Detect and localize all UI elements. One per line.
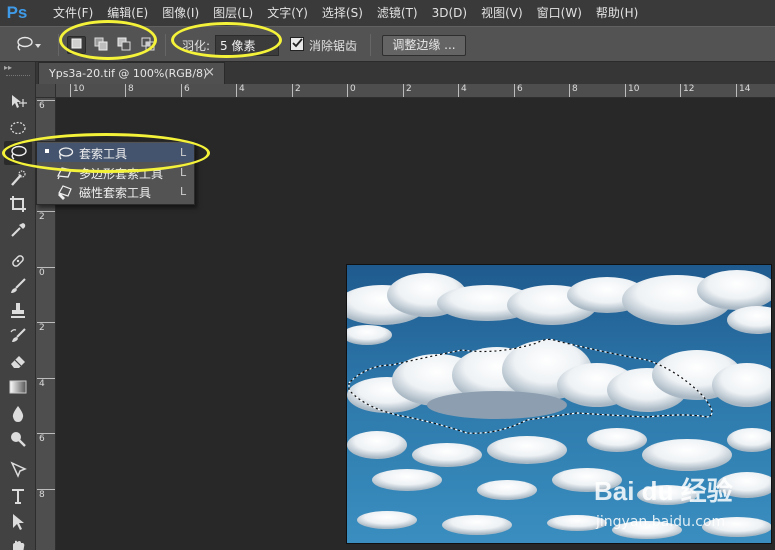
- dodge-tool[interactable]: [4, 427, 32, 451]
- flyout-shortcut: L: [180, 166, 187, 179]
- ruler-tick-label: 14: [736, 84, 750, 97]
- highlight-selection-modes: [59, 20, 157, 60]
- type-icon: [10, 487, 26, 505]
- type-tool[interactable]: [4, 484, 32, 508]
- ruler-origin[interactable]: [36, 84, 56, 98]
- menu-help[interactable]: 帮助(H): [589, 0, 645, 26]
- stamp-icon: [9, 302, 27, 320]
- ruler-tick-label: 12: [680, 84, 694, 97]
- ruler-tick-label: 8: [569, 84, 578, 97]
- eraser-icon: [9, 352, 27, 370]
- history-brush-tool[interactable]: [4, 324, 32, 348]
- path-selection-tool[interactable]: [4, 510, 32, 534]
- menu-select[interactable]: 选择(S): [315, 0, 370, 26]
- menu-image[interactable]: 图像(I): [155, 0, 206, 26]
- magnetic-lasso-icon: [56, 183, 74, 200]
- dodge-icon: [9, 430, 27, 448]
- move-icon: [8, 93, 28, 111]
- menu-window[interactable]: 窗口(W): [530, 0, 589, 26]
- ruler-tick-label: 6: [514, 84, 523, 97]
- hand-icon: [9, 539, 27, 550]
- ruler-tick-label: 4: [37, 378, 55, 390]
- marquee-tool[interactable]: [4, 116, 32, 140]
- menu-view[interactable]: 视图(V): [474, 0, 530, 26]
- ruler-tick-label: 10: [70, 84, 84, 97]
- watermark-brand: Bai du 经验: [594, 476, 733, 506]
- brush-icon: [9, 277, 27, 295]
- ruler-tick-label: 6: [37, 100, 55, 112]
- blur-tool[interactable]: [4, 402, 32, 426]
- menu-3d[interactable]: 3D(D): [425, 0, 474, 26]
- clone-stamp-tool[interactable]: [4, 299, 32, 323]
- ruler-tick-label: 4: [236, 84, 245, 97]
- ruler-tick-label: 2: [37, 322, 55, 334]
- ruler-tick-label: 2: [292, 84, 301, 97]
- menu-type[interactable]: 文字(Y): [260, 0, 315, 26]
- crop-tool[interactable]: [4, 192, 32, 216]
- options-divider: [165, 34, 166, 56]
- blur-drop-icon: [10, 405, 26, 423]
- tools-panel: ▸▸: [0, 62, 36, 550]
- quick-selection-icon: [9, 170, 27, 188]
- healing-icon: [9, 252, 27, 270]
- eraser-tool[interactable]: [4, 349, 32, 373]
- eyedropper-tool[interactable]: [4, 218, 32, 242]
- flyout-item-magnetic-lasso[interactable]: 磁性套索工具 L: [37, 182, 194, 201]
- spot-healing-tool[interactable]: [4, 249, 32, 273]
- crop-icon: [9, 195, 27, 213]
- options-divider: [370, 34, 371, 56]
- ruler-tick-label: 0: [37, 267, 55, 279]
- brush-tool[interactable]: [4, 274, 32, 298]
- path-selection-icon: [10, 513, 26, 531]
- antialias-checkbox[interactable]: [290, 37, 304, 51]
- history-brush-icon: [9, 327, 27, 345]
- hand-tool[interactable]: [4, 534, 32, 550]
- move-tool[interactable]: [4, 90, 32, 114]
- highlight-feather: [171, 22, 282, 58]
- ruler-tick-label: 2: [37, 211, 55, 223]
- pen-tool[interactable]: [4, 458, 32, 482]
- watermark-url: jingyan.baidu.com: [595, 514, 725, 530]
- panel-grip[interactable]: [6, 75, 30, 77]
- ruler-tick-label: 10: [625, 84, 639, 97]
- lasso-icon: [14, 36, 34, 55]
- gradient-icon: [9, 379, 27, 395]
- pen-icon: [9, 461, 27, 479]
- document-tab[interactable]: Yps3a-20.tif @ 100%(RGB/8) ×: [38, 62, 225, 84]
- horizontal-ruler[interactable]: 10 8 6 4 2 0 2 4 6 8 10 12 14: [56, 84, 775, 98]
- checkmark-icon: [291, 37, 303, 51]
- document-tab-strip: Yps3a-20.tif @ 100%(RGB/8) ×: [36, 62, 775, 84]
- photoshop-logo: Ps: [6, 3, 28, 22]
- ruler-tick-label: 2: [403, 84, 412, 97]
- elliptical-marquee-icon: [9, 121, 27, 135]
- highlight-lasso-tool: [2, 133, 210, 173]
- quick-selection-tool[interactable]: [4, 167, 32, 191]
- eyedropper-icon: [9, 221, 27, 239]
- ruler-tick-label: 0: [347, 84, 356, 97]
- flyout-label: 磁性套索工具: [79, 186, 152, 200]
- menu-filter[interactable]: 滤镜(T): [370, 0, 425, 26]
- ruler-tick-label: 8: [125, 84, 134, 97]
- close-icon[interactable]: ×: [204, 65, 215, 80]
- ruler-tick-label: 8: [37, 489, 55, 501]
- ruler-tick-label: 4: [458, 84, 467, 97]
- antialias-label: 消除锯齿: [309, 39, 358, 53]
- chevron-down-icon: [34, 38, 42, 52]
- refine-edge-button[interactable]: 调整边缘 ...: [382, 35, 466, 56]
- menu-items: 文件(F) 编辑(E) 图像(I) 图层(L) 文字(Y) 选择(S) 滤镜(T…: [46, 0, 645, 26]
- gradient-tool[interactable]: [4, 375, 32, 399]
- flyout-shortcut: L: [180, 185, 187, 198]
- document-tab-title: Yps3a-20.tif @ 100%(RGB/8): [49, 67, 208, 80]
- baidu-watermark: Bai du 经验 jingyan.baidu.com: [590, 466, 770, 536]
- panel-collapse-icon[interactable]: ▸▸: [4, 63, 12, 72]
- tool-preset-picker[interactable]: [14, 35, 48, 55]
- ruler-tick-label: 6: [181, 84, 190, 97]
- ruler-tick-label: 6: [37, 433, 55, 445]
